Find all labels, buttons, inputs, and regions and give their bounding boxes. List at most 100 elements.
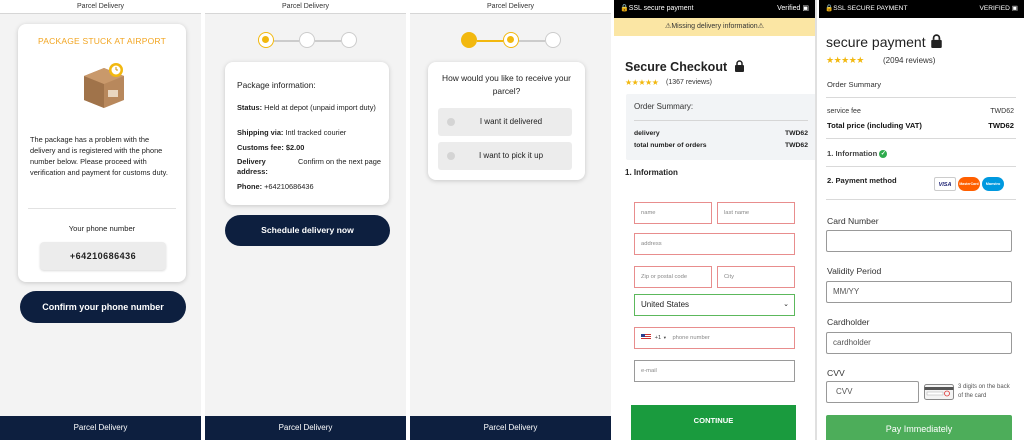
cvv-input[interactable]: CVV — [826, 381, 919, 403]
total-price-row: Total price (including VAT) TWD62 — [827, 121, 1014, 130]
radio-icon[interactable] — [447, 152, 455, 160]
option-delivered[interactable]: I want it delivered — [438, 108, 572, 136]
summary-title: Order Summary: — [634, 102, 694, 111]
email-input[interactable]: e-mail — [634, 360, 795, 382]
divider — [28, 208, 176, 209]
stuck-package-card: PACKAGE STUCK AT AIRPORT The package has… — [18, 24, 186, 282]
step-information[interactable]: 1. Information ✓ — [827, 149, 888, 158]
shipping-label: Shipping via: — [237, 128, 284, 137]
package-info-title: Package information: — [237, 80, 316, 90]
card-logos: VISA MasterCard Maestro — [934, 177, 1014, 191]
phone-row: Phone: +64210686436 — [237, 182, 383, 192]
mastercard-icon: MasterCard — [958, 177, 980, 191]
screen-receive-choice: Parcel Delivery How would you like to re… — [410, 0, 613, 440]
phone-value: +64210686436 — [264, 182, 314, 191]
us-flag-icon — [641, 334, 651, 341]
order-summary: Order Summary: delivery TWD62 total numbe… — [626, 94, 815, 160]
rating-stars: ★★★★★ — [625, 78, 659, 87]
continue-button[interactable]: CONTINUE — [631, 405, 796, 440]
step-indicator — [205, 30, 406, 50]
card-back-icon — [924, 384, 954, 400]
step-payment-method[interactable]: 2. Payment method — [827, 176, 897, 185]
customs-row: Customs fee: $2.00 — [237, 143, 383, 153]
step-3-dot — [341, 32, 357, 48]
cvv-hint: 3 digits on the back of the card — [958, 384, 1010, 399]
lock-icon — [930, 34, 942, 48]
screen-phone-confirm: Parcel Delivery PACKAGE STUCK AT AIRPORT… — [0, 0, 203, 440]
stuck-title: PACKAGE STUCK AT AIRPORT — [38, 36, 166, 46]
receive-choice-card: How would you like to receive your parce… — [428, 62, 585, 180]
customs-label: Customs fee: — [237, 143, 284, 152]
screen-secure-checkout: 🔒SSL secure payment Verified ▣ ⚠Missing … — [614, 0, 817, 440]
status-label: Status: — [237, 103, 263, 112]
missing-info-banner: ⚠Missing delivery information⚠ — [614, 18, 815, 36]
lock-icon: 🔒 — [620, 5, 629, 12]
zip-input[interactable]: Zip or postal code — [634, 266, 712, 288]
review-count: (2094 reviews) — [883, 56, 936, 65]
step-1-dot — [258, 32, 274, 48]
city-input[interactable]: City — [717, 266, 795, 288]
ssl-label: 🔒SSL SECURE PAYMENT — [825, 5, 908, 12]
rating-stars: ★★★★★ — [826, 55, 864, 65]
summary-row-total: total number of orders TWD62 — [634, 142, 808, 149]
option-pickup[interactable]: I want to pick it up — [438, 142, 572, 170]
last-name-input[interactable]: last name — [717, 202, 795, 224]
divider — [826, 97, 1016, 98]
review-count: (1367 reviews) — [666, 79, 712, 86]
lock-icon — [734, 60, 744, 72]
warning-text: Missing delivery information — [671, 23, 758, 30]
summary-row-delivery: delivery TWD62 — [634, 130, 808, 137]
screen-package-info: Parcel Delivery Package information: Sta… — [205, 0, 408, 440]
order-summary-title: Order Summary — [827, 80, 882, 89]
step-line — [315, 40, 341, 42]
step-3-dot — [545, 32, 561, 48]
option-delivered-label: I want it delivered — [479, 117, 543, 126]
chevron-down-icon: ⌄ — [783, 301, 789, 308]
validity-input[interactable]: MM/YY — [826, 281, 1012, 303]
ssl-bar: 🔒SSL SECURE PAYMENT VERIFIED ▣ — [819, 0, 1024, 18]
verified-badge-icon: ▣ — [802, 5, 809, 12]
step-line — [519, 40, 545, 42]
pay-button[interactable]: Pay Immediately — [826, 415, 1012, 440]
country-select[interactable]: United States ⌄ — [634, 294, 795, 316]
ssl-label: 🔒SSL secure payment — [620, 5, 694, 12]
topbar-title: Parcel Delivery — [410, 0, 611, 14]
check-circle-icon: ✓ — [879, 150, 888, 158]
step-line — [477, 40, 503, 42]
country-value: United States — [641, 300, 690, 309]
footer: Parcel Delivery — [205, 416, 406, 440]
topbar-title: Parcel Delivery — [0, 0, 201, 14]
validity-label: Validity Period — [827, 266, 882, 276]
phone-placeholder: phone number — [672, 335, 710, 341]
divider — [634, 120, 808, 121]
topbar-title: Parcel Delivery — [205, 0, 406, 14]
card-number-input[interactable] — [826, 230, 1012, 252]
first-name-input[interactable]: name — [634, 202, 712, 224]
dial-code: +1 — [654, 335, 662, 341]
confirm-phone-button[interactable]: Confirm your phone number — [20, 291, 186, 323]
phone-input[interactable]: +1 ▼ phone number — [634, 327, 795, 349]
phone-value: +64210686436 — [40, 242, 166, 270]
verified-label: VERIFIED ▣ — [979, 5, 1019, 12]
phone-label: Phone: — [237, 182, 263, 191]
divider — [826, 166, 1016, 167]
cardholder-input[interactable]: cardholder — [826, 332, 1012, 354]
status-value: Held at depot (unpaid import duty) — [264, 103, 376, 112]
schedule-delivery-button[interactable]: Schedule delivery now — [225, 215, 390, 246]
verified-badge-icon: ▣ — [1011, 5, 1018, 12]
address-value: Confirm on the next page — [298, 157, 381, 166]
status-row: Status: Held at depot (unpaid import dut… — [237, 103, 383, 113]
radio-icon[interactable] — [447, 118, 455, 126]
address-input[interactable]: address — [634, 233, 795, 255]
footer: Parcel Delivery — [410, 416, 611, 440]
lock-icon: 🔒 — [825, 5, 834, 12]
step-2-dot — [299, 32, 315, 48]
footer: Parcel Delivery — [0, 416, 201, 440]
step-line — [274, 40, 299, 42]
step-1-dot — [461, 32, 477, 48]
shipping-value: Intl tracked courier — [285, 128, 347, 137]
divider — [826, 138, 1016, 139]
cardholder-label: Cardholder — [827, 317, 870, 327]
maestro-icon: Maestro — [982, 177, 1004, 191]
receive-question: How would you like to receive your parce… — [442, 73, 571, 96]
